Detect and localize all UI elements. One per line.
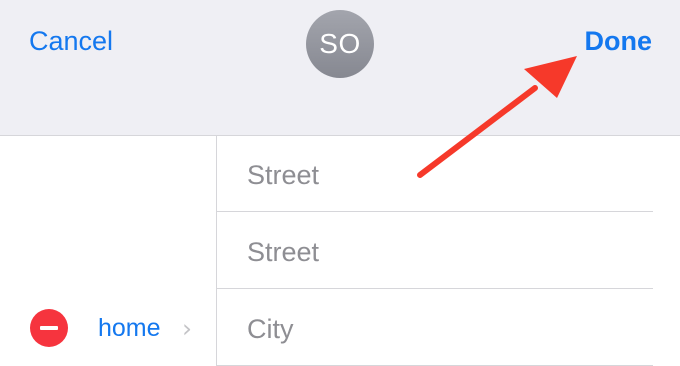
cancel-button[interactable]: Cancel xyxy=(29,26,113,57)
city-field[interactable] xyxy=(217,290,653,366)
city-input[interactable] xyxy=(247,310,627,348)
navigation-header: Cancel SO Done xyxy=(0,0,680,136)
remove-field-icon[interactable] xyxy=(30,309,68,347)
address-fields xyxy=(216,136,680,366)
address-type-label[interactable]: home xyxy=(98,314,161,343)
street-input-1[interactable] xyxy=(247,156,627,194)
done-button[interactable]: Done xyxy=(585,26,653,57)
street-field-1[interactable] xyxy=(217,136,653,212)
street-field-2[interactable] xyxy=(217,213,653,289)
avatar[interactable]: SO xyxy=(306,10,374,78)
street-input-2[interactable] xyxy=(247,233,627,271)
chevron-right-icon[interactable]: › xyxy=(182,314,192,343)
avatar-initials: SO xyxy=(319,28,361,59)
